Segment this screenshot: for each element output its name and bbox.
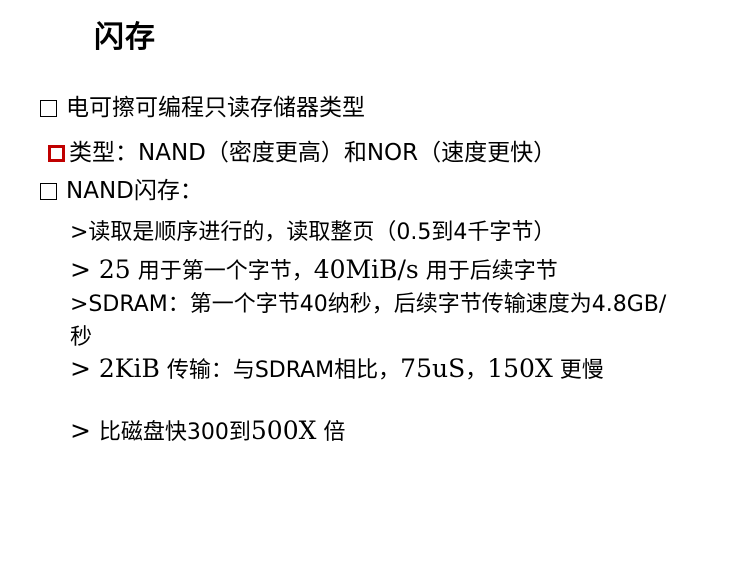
math-text: 500X — [250, 416, 317, 445]
text-span: 更慢 — [552, 358, 604, 383]
text-span: 传输：与SDRAM相比， — [159, 358, 401, 383]
checkbox-bullet-icon — [40, 182, 57, 200]
bullet-text: 类型：NAND（密度更高）和NOR（速度更快） — [69, 140, 557, 166]
checkbox-bullet-icon — [40, 99, 57, 117]
text-span: 用于第一个字节， — [130, 259, 314, 284]
text-span: ， — [465, 358, 488, 383]
slide-title: 闪存 — [94, 20, 156, 55]
bullet-item: 电可擦可编程只读存储器类型 — [40, 93, 365, 123]
sub-item-read: >读取是顺序进行的，读取整页（0.5到4千字节） — [70, 220, 556, 245]
red-checkbox-bullet-icon — [48, 144, 65, 162]
bullet-text: NAND闪存： — [66, 178, 203, 204]
math-text: 40MiB/s — [313, 255, 419, 284]
math-text: > — [70, 416, 99, 445]
bullet-item: 类型：NAND（密度更高）和NOR（速度更快） — [42, 138, 556, 168]
math-text: > 25 — [70, 255, 131, 284]
math-text: > 2KiB — [70, 354, 160, 383]
text-span: 用于后续字节 — [418, 259, 558, 284]
sub-item-speed: > 25 用于第一个字节，40MiB/s 用于后续字节 — [70, 255, 558, 287]
math-text: 75uS — [400, 354, 466, 383]
text-span: 比磁盘快300到 — [98, 420, 251, 445]
sub-item-transfer: > 2KiB 传输：与SDRAM相比，75uS，150X 更慢 — [70, 352, 680, 387]
bullet-item: NAND闪存： — [40, 176, 203, 206]
sub-item-disk: > 比磁盘快300到500X 倍 — [70, 416, 345, 448]
math-text: 150X — [487, 354, 553, 383]
text-span: 倍 — [316, 420, 346, 445]
sub-item-sdram: >SDRAM：第一个字节40纳秒，后续字节传输速度为4.8GB/秒 — [70, 292, 667, 350]
bullet-text: 电可擦可编程只读存储器类型 — [66, 95, 365, 121]
slide: 闪存 电可擦可编程只读存储器类型 类型：NAND（密度更高）和NOR（速度更快）… — [0, 0, 755, 566]
